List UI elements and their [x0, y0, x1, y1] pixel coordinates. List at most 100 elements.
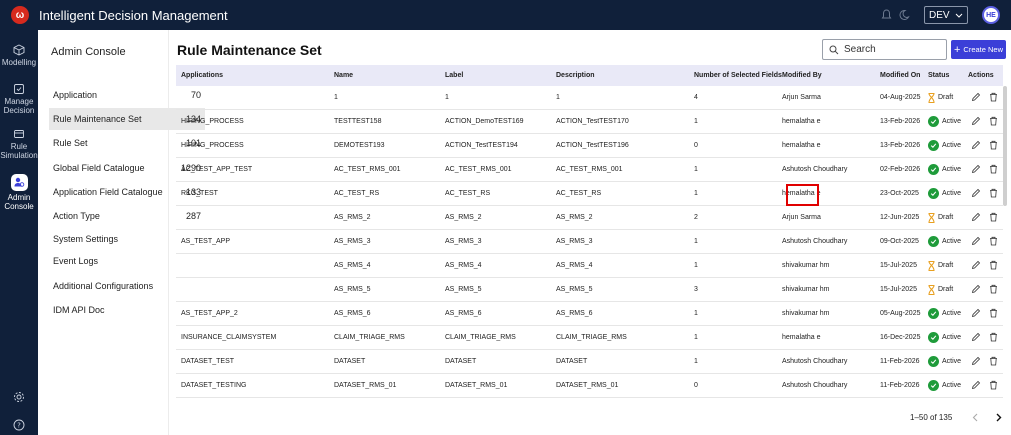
column-header[interactable]: Status	[928, 65, 949, 86]
delete-trash-icon[interactable]	[989, 356, 998, 368]
edit-pencil-icon[interactable]	[971, 188, 981, 200]
edit-pencil-icon[interactable]	[971, 380, 981, 392]
table-cell: ACTION_TestTEST196	[556, 142, 629, 149]
edit-pencil-icon[interactable]	[971, 140, 981, 152]
table-cell: AS_RMS_3	[445, 238, 482, 245]
status-badge: Active	[928, 230, 961, 253]
column-header[interactable]: Applications	[181, 65, 223, 86]
status-badge: Active	[928, 182, 961, 205]
table-cell: 1	[445, 94, 449, 101]
table-cell: DATASET_RMS_01	[445, 382, 508, 389]
row-actions	[971, 158, 998, 181]
delete-trash-icon[interactable]	[989, 332, 998, 344]
table-cell: ACTION_TestTEST194	[445, 142, 518, 149]
delete-trash-icon[interactable]	[989, 260, 998, 272]
table-cell: 2	[694, 214, 698, 221]
help-icon[interactable]: ?	[0, 419, 38, 433]
table-cell: 1	[556, 94, 560, 101]
app-title: Intelligent Decision Management	[39, 7, 228, 23]
table-cell: AS_RMS_2	[445, 214, 482, 221]
column-header[interactable]: Number of Selected Fields	[694, 65, 782, 86]
table-cell: 1	[334, 94, 338, 101]
status-text: Active	[942, 310, 962, 317]
edit-pencil-icon[interactable]	[971, 236, 981, 248]
user-avatar[interactable]: HE	[982, 6, 1000, 24]
column-header[interactable]: Name	[334, 65, 353, 86]
table-cell: hemalatha e	[782, 118, 821, 125]
delete-trash-icon[interactable]	[989, 284, 998, 296]
edit-pencil-icon[interactable]	[971, 284, 981, 296]
delete-trash-icon[interactable]	[989, 308, 998, 320]
delete-trash-icon[interactable]	[989, 140, 998, 152]
delete-trash-icon[interactable]	[989, 116, 998, 128]
table-cell: TESTTEST158	[334, 118, 382, 125]
nav-rule-simulation[interactable]: Rule Simulation	[0, 128, 38, 160]
table-row[interactable]: RKG_TEST AC_TEST_RS AC_TEST_RS AC_TEST_RS 1 h…	[176, 182, 1003, 206]
admin-console-panel: Admin Console Application 70 Rule Maintena…	[38, 30, 205, 435]
table-cell: DATASET_RMS_01	[334, 382, 397, 389]
table-cell: 13-Feb-2026	[880, 118, 921, 125]
table-scrollbar[interactable]	[1003, 86, 1007, 206]
chevron-right-icon[interactable]	[996, 413, 1002, 422]
table-cell: 23-Oct-2025	[880, 190, 919, 197]
table-cell: hemalatha e	[782, 334, 821, 341]
delete-trash-icon[interactable]	[989, 380, 998, 392]
nav-modelling[interactable]: Modelling	[0, 44, 38, 67]
row-actions	[971, 350, 998, 373]
table-cell: 04-Aug-2025	[880, 94, 921, 101]
table-cell: AS_TEST_APP	[181, 238, 231, 245]
edit-pencil-icon[interactable]	[971, 308, 981, 320]
table-row[interactable]: DATASET_TESTING DATASET_RMS_01 DATASET_RMS…	[176, 374, 1003, 398]
table-row[interactable]: AS_TEST_APP AS_RMS_3 AS_RMS_3 AS_RMS_3 1 Ashu…	[176, 230, 1003, 254]
table-row[interactable]: AS_TEST_APP_2 AS_RMS_6 AS_RMS_6 AS_RMS_6 1 sh…	[176, 302, 1003, 326]
bell-icon[interactable]	[880, 9, 892, 21]
panel-item-label: Application Field Catalogue	[53, 187, 163, 197]
table-row[interactable]: AS_RMS_2 AS_RMS_2 AS_RMS_2 2 Arjun Sarma 12-J…	[176, 206, 1003, 230]
edit-pencil-icon[interactable]	[971, 164, 981, 176]
check-circle-icon	[928, 236, 939, 247]
table-cell: 0	[694, 382, 698, 389]
delete-trash-icon[interactable]	[989, 188, 998, 200]
table-cell: CLAIM_TRIAGE_RMS	[334, 334, 405, 341]
table-row[interactable]: HIRING_PROCESS DEMOTEST193 ACTION_TestTEST…	[176, 134, 1003, 158]
table-row[interactable]: AC_TEST_APP_TEST AC_TEST_RMS_001 AC_TEST_R…	[176, 158, 1003, 182]
table-cell: 15-Jul-2025	[880, 286, 917, 293]
status-text: Active	[942, 190, 962, 197]
status-badge: Active	[928, 350, 961, 373]
edit-pencil-icon[interactable]	[971, 116, 981, 128]
table-row[interactable]: HIRING_PROCESS TESTTEST158 ACTION_DemoTEST…	[176, 110, 1003, 134]
delete-trash-icon[interactable]	[989, 212, 998, 224]
column-header[interactable]: Description	[556, 65, 595, 86]
edit-pencil-icon[interactable]	[971, 332, 981, 344]
search-input[interactable]: Search	[822, 39, 947, 60]
table-row[interactable]: AS_RMS_4 AS_RMS_4 AS_RMS_4 1 shivakumar hm 15…	[176, 254, 1003, 278]
table-row[interactable]: AS_RMS_5 AS_RMS_5 AS_RMS_5 3 shivakumar hm 15…	[176, 278, 1003, 302]
delete-trash-icon[interactable]	[989, 92, 998, 104]
edit-pencil-icon[interactable]	[971, 212, 981, 224]
column-header[interactable]: Modified On	[880, 65, 920, 86]
edit-pencil-icon[interactable]	[971, 92, 981, 104]
column-header[interactable]: Actions	[968, 65, 994, 86]
delete-trash-icon[interactable]	[989, 164, 998, 176]
table-row[interactable]: INSURANCE_CLAIMSYSTEM CLAIM_TRIAGE_RMS CLA…	[176, 326, 1003, 350]
environment-select[interactable]: DEV	[924, 6, 968, 24]
edit-pencil-icon[interactable]	[971, 260, 981, 272]
table-row[interactable]: DATASET_TEST DATASET DATASET DATASET 1 Ashuto…	[176, 350, 1003, 374]
column-header[interactable]: Modified By	[782, 65, 822, 86]
chevron-left-icon[interactable]	[972, 413, 978, 422]
settings-icon[interactable]	[0, 391, 38, 405]
column-header[interactable]: Label	[445, 65, 463, 86]
moon-icon[interactable]	[898, 9, 910, 21]
left-navigation: Modelling Manage Decision Rule Simulatio…	[0, 30, 38, 435]
table-row[interactable]: 1 1 1 4 Arjun Sarma 04-Aug-2025 Draft	[176, 86, 1003, 110]
edit-pencil-icon[interactable]	[971, 356, 981, 368]
create-new-button[interactable]: + Create New	[951, 40, 1006, 59]
table-cell: AS_RMS_4	[334, 262, 371, 269]
delete-trash-icon[interactable]	[989, 236, 998, 248]
search-placeholder: Search	[844, 44, 876, 55]
nav-manage-decision[interactable]: Manage Decision	[0, 83, 38, 115]
table-cell: AS_RMS_5	[334, 286, 371, 293]
row-actions	[971, 278, 998, 301]
create-new-label: Create New	[963, 45, 1004, 54]
nav-admin-console[interactable]: Admin Console	[0, 174, 38, 211]
